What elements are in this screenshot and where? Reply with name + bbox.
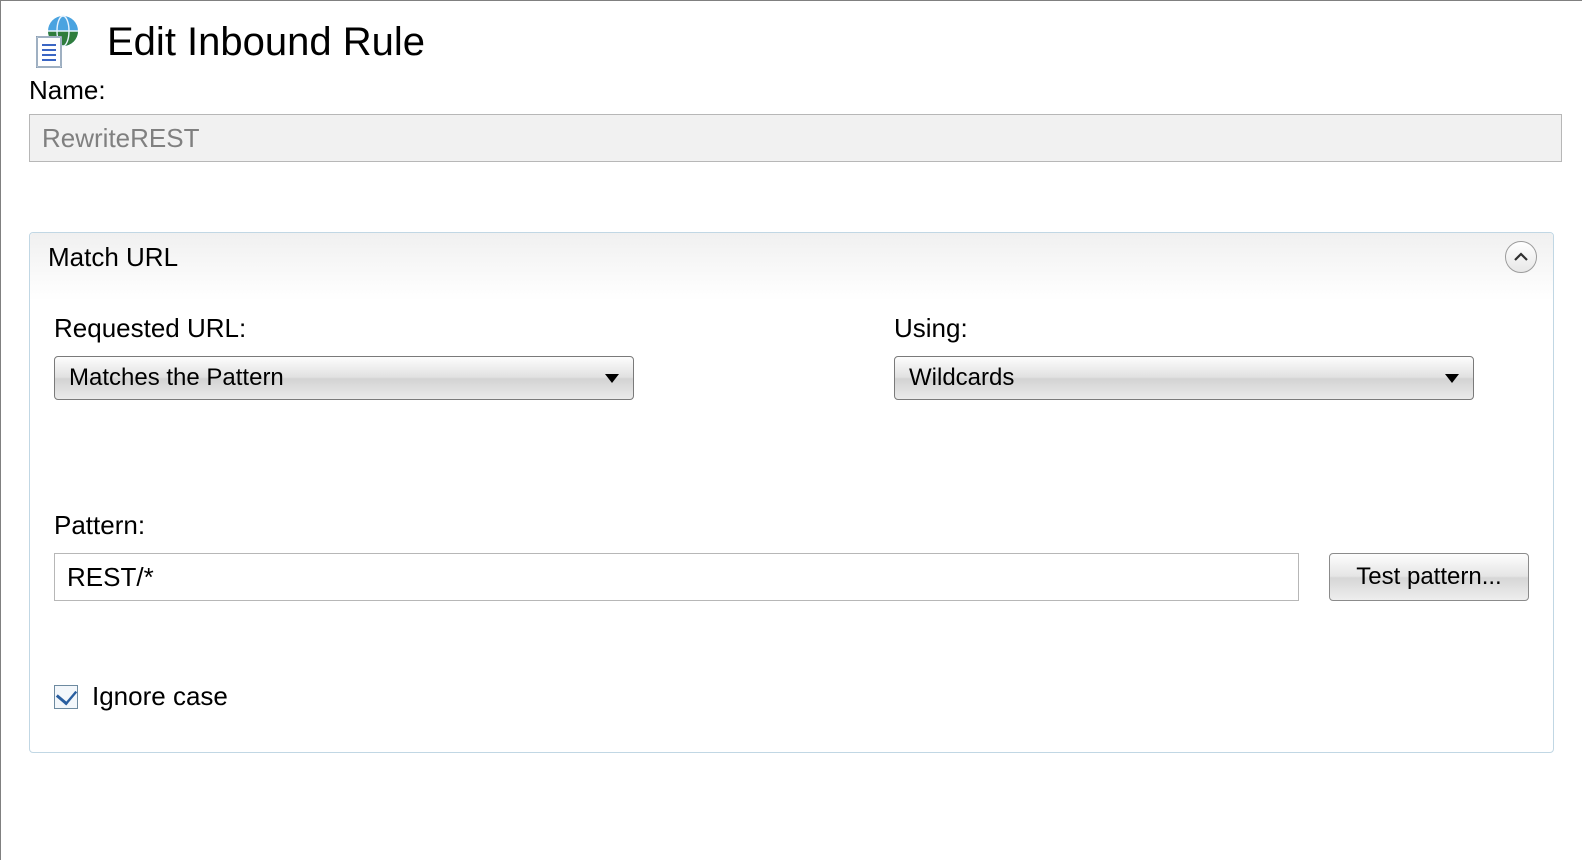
test-pattern-button[interactable]: Test pattern... [1329, 553, 1529, 601]
page-header: Edit Inbound Rule [21, 11, 1562, 75]
pattern-input[interactable] [54, 553, 1299, 601]
using-dropdown[interactable]: Wildcards [894, 356, 1474, 400]
using-selected: Wildcards [909, 364, 1014, 392]
name-label: Name: [29, 75, 1562, 106]
requested-url-selected: Matches the Pattern [69, 364, 284, 392]
chevron-down-icon [1445, 374, 1459, 383]
rule-globe-document-icon [29, 15, 83, 69]
match-url-titlebar: Match URL [30, 233, 1553, 301]
requested-url-dropdown[interactable]: Matches the Pattern [54, 356, 634, 400]
using-label: Using: [894, 313, 1474, 344]
match-url-panel: Match URL Requested URL: Matches the Pat… [29, 232, 1554, 753]
pattern-block: Pattern: Test pattern... [54, 510, 1529, 601]
pattern-label: Pattern: [54, 510, 1529, 541]
page-title: Edit Inbound Rule [107, 20, 425, 65]
name-block: Name: [21, 75, 1562, 162]
using-col: Using: Wildcards [894, 313, 1474, 400]
chevron-up-icon [1514, 252, 1528, 262]
match-url-title: Match URL [48, 242, 178, 273]
ignore-case-checkbox[interactable] [54, 685, 78, 709]
collapse-button[interactable] [1505, 241, 1537, 273]
ignore-case-row: Ignore case [54, 681, 1529, 712]
ignore-case-label[interactable]: Ignore case [92, 681, 228, 712]
requested-url-label: Requested URL: [54, 313, 634, 344]
edit-inbound-rule-pane: Edit Inbound Rule Name: Match URL Reques… [0, 0, 1582, 860]
name-input [29, 114, 1562, 162]
pattern-row: Test pattern... [54, 553, 1529, 601]
match-url-row: Requested URL: Matches the Pattern Using… [54, 313, 1529, 400]
requested-url-col: Requested URL: Matches the Pattern [54, 313, 634, 400]
chevron-down-icon [605, 374, 619, 383]
